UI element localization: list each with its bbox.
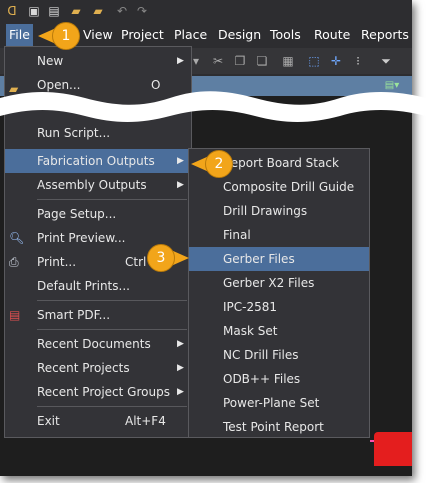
menu-item-label: Page Setup... [37,207,117,221]
smart-pdf-icon: ▤ [9,308,21,322]
submenu-arrow-icon: ▶ [177,56,184,66]
title-bar: ᗡ ▣ ▤ ▰ ▰ ↶ ↷ [0,0,412,22]
print-preview-icon: 🔍︎ [9,231,25,245]
menu-project[interactable]: Project [118,24,167,46]
submenu-gerber-x2-files[interactable]: Gerber X2 Files [189,271,369,295]
select-area-icon[interactable]: ⬚ [306,53,322,69]
torn-edge-divider [0,91,426,122]
menu-item-label: IPC-2581 [223,300,278,314]
file-menu-recent-documents[interactable]: Recent Documents ▶ [5,332,191,356]
menu-item-label: NC Drill Files [223,348,299,362]
menu-item-label: Exit [37,414,60,428]
save-icon[interactable]: ▣ [26,3,42,19]
undo-icon[interactable]: ↶ [114,3,130,19]
menu-item-label: Report Board Stack [223,156,339,170]
menu-route[interactable]: Route [311,24,353,46]
submenu-odb-files[interactable]: ODB++ Files [189,367,369,391]
menu-item-label: Final [223,228,251,242]
menu-item-shortcut: Ctrl [125,255,147,269]
board-copper-region [374,432,412,466]
menu-item-label: Power-Plane Set [223,396,320,410]
fabrication-outputs-submenu: Report Board Stack Composite Drill Guide… [188,148,370,438]
open-project-icon[interactable]: ▰ [90,3,106,19]
menu-file[interactable]: File [6,24,33,46]
file-menu-fabrication-outputs[interactable]: Fabrication Outputs ▶ [5,149,191,173]
menu-item-label: ODB++ Files [223,372,301,386]
menu-item-label: Recent Project Groups [37,385,170,399]
move-icon[interactable]: ✛ [328,53,344,69]
submenu-arrow-icon: ▶ [177,339,184,349]
submenu-mask-set[interactable]: Mask Set [189,319,369,343]
menu-separator [37,300,187,301]
open-folder-icon[interactable]: ▰ [68,3,84,19]
file-menu-new[interactable]: New ▶ [5,49,191,73]
save-all-icon[interactable]: ▤ [46,3,62,19]
redo-icon[interactable]: ↷ [134,3,150,19]
submenu-arrow-icon: ▶ [177,180,184,190]
paste-icon[interactable]: ❏ [254,53,270,69]
file-menu-assembly-outputs[interactable]: Assembly Outputs ▶ [5,173,191,197]
menu-item-label: Fabrication Outputs [37,154,155,168]
printer-icon: ⎙ [9,255,19,269]
menu-item-label: New [37,54,64,68]
menu-item-label: Smart PDF... [37,308,111,322]
submenu-ipc-2581[interactable]: IPC-2581 [189,295,369,319]
submenu-final[interactable]: Final [189,223,369,247]
menu-item-label: Assembly Outputs [37,178,147,192]
callout-number: 2 [205,150,233,178]
menu-item-label: Print Preview... [37,231,126,245]
menu-reports[interactable]: Reports [358,24,412,46]
menu-separator [37,199,187,200]
menu-item-label: Print... [37,255,77,269]
menu-tools[interactable]: Tools [267,24,304,46]
menu-item-label: Gerber X2 Files [223,276,315,290]
callout-number: 1 [52,22,80,50]
menu-item-label: Mask Set [223,324,278,338]
menu-separator [37,406,187,407]
app-logo-icon: ᗡ [7,4,17,18]
file-menu-recent-project-groups[interactable]: Recent Project Groups ▶ [5,380,191,404]
menu-item-label: Recent Documents [37,337,151,351]
menu-view[interactable]: View [80,24,116,46]
menu-item-label: Default Prints... [37,279,130,293]
menu-item-label: Test Point Report [223,420,324,434]
submenu-gerber-files[interactable]: Gerber Files [189,247,369,271]
menu-item-shortcut: Alt+F4 [125,414,166,428]
file-menu-page-setup[interactable]: Page Setup... [5,202,191,226]
file-menu-smart-pdf[interactable]: ▤ Smart PDF... [5,303,191,327]
paste-special-icon[interactable]: ▦ [280,53,296,69]
menu-place[interactable]: Place [171,24,210,46]
menu-design[interactable]: Design [215,24,264,46]
submenu-arrow-icon: ▶ [177,156,184,166]
submenu-drill-drawings[interactable]: Drill Drawings [189,199,369,223]
submenu-test-point-report[interactable]: Test Point Report [189,415,369,439]
file-menu-exit[interactable]: Exit Alt+F4 [5,409,191,433]
submenu-composite-drill-guide[interactable]: Composite Drill Guide [189,175,369,199]
submenu-power-plane-set[interactable]: Power-Plane Set [189,391,369,415]
menu-item-label: Recent Projects [37,361,130,375]
menu-separator [37,329,187,330]
menu-item-label: Composite Drill Guide [223,180,355,194]
menu-item-label: Gerber Files [223,252,295,266]
align-icon[interactable]: ⁝ [350,53,366,69]
filter-icon[interactable]: ⏷ [378,53,394,69]
file-menu-default-prints[interactable]: Default Prints... [5,274,191,298]
copy-icon[interactable]: ❐ [232,53,248,69]
file-menu-recent-projects[interactable]: Recent Projects ▶ [5,356,191,380]
submenu-nc-drill-files[interactable]: NC Drill Files [189,343,369,367]
cut-icon[interactable]: ✂ [210,53,226,69]
menu-item-label: Drill Drawings [223,204,308,218]
callout-number: 3 [147,244,175,272]
submenu-arrow-icon: ▶ [177,387,184,397]
submenu-arrow-icon: ▶ [177,363,184,373]
